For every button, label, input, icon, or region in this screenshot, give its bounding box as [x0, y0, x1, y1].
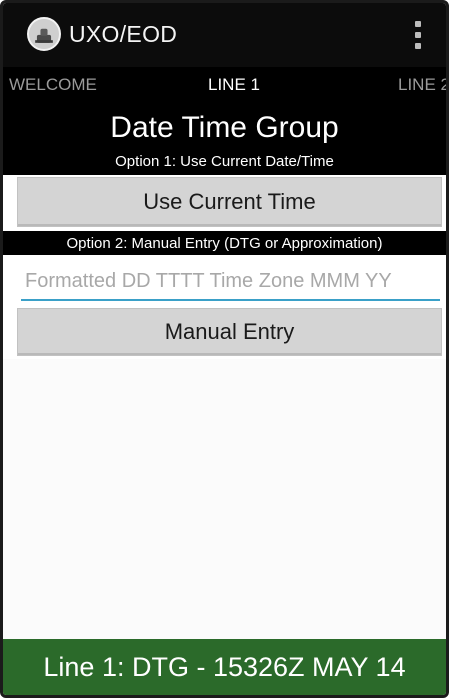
page-title: Date Time Group: [110, 111, 339, 144]
menu-dot: [415, 32, 421, 38]
tab-welcome[interactable]: WELCOME: [9, 75, 97, 95]
option-2-label: Option 2: Manual Entry (DTG or Approxima…: [3, 231, 446, 255]
overflow-menu-icon[interactable]: [406, 17, 430, 53]
content-area: [3, 359, 446, 639]
manual-entry-button[interactable]: Manual Entry: [17, 308, 442, 356]
app-title: UXO/EOD: [69, 21, 178, 47]
tab-line-2[interactable]: LINE 2: [398, 75, 446, 95]
tab-line-1[interactable]: LINE 1: [208, 75, 260, 95]
action-bar: UXO/EOD: [3, 3, 446, 67]
option-1-label: Option 1: Use Current Date/Time: [115, 153, 334, 170]
tab-strip: WELCOME LINE 1 LINE 2: [3, 67, 446, 101]
menu-dot: [415, 21, 421, 27]
app-logo-icon[interactable]: [27, 17, 61, 51]
menu-dot: [415, 43, 421, 49]
dtg-input[interactable]: [21, 257, 440, 301]
use-current-time-button[interactable]: Use Current Time: [17, 177, 442, 227]
app-screen: UXO/EOD WELCOME LINE 1 LINE 2 Date Time …: [0, 0, 449, 698]
status-footer: Line 1: DTG - 15326Z MAY 14: [3, 639, 446, 695]
header-block: Date Time Group Option 1: Use Current Da…: [3, 101, 446, 175]
